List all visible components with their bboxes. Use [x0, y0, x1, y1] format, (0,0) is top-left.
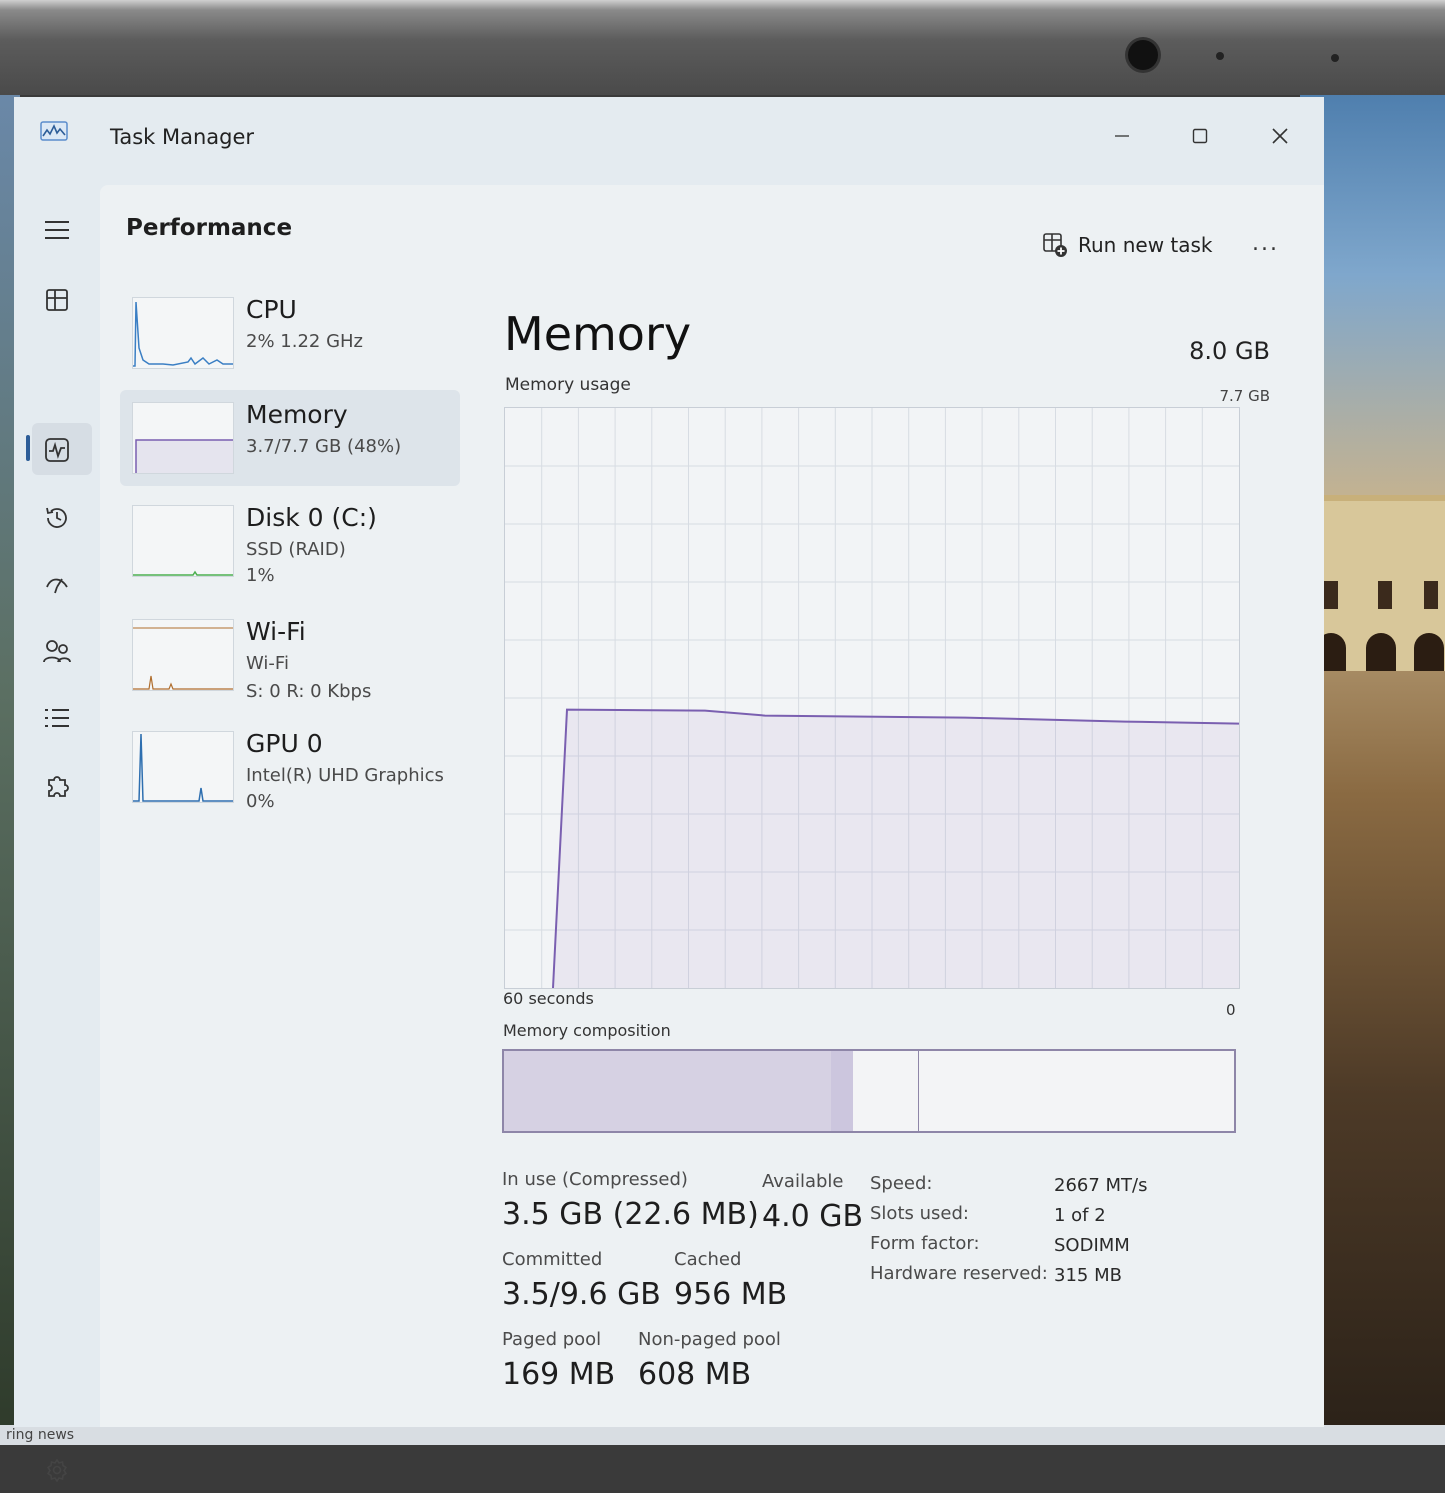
- device-stat: Intel(R) UHD Graphics: [246, 765, 444, 786]
- non-paged-pool-label: Non-paged pool: [638, 1329, 781, 1350]
- taskbar: ring news: [0, 1425, 1445, 1445]
- device-stat-2: 1%: [246, 565, 275, 586]
- nav-details[interactable]: [34, 695, 80, 741]
- minimize-icon: [1115, 135, 1129, 137]
- detail-title: Memory: [504, 307, 692, 361]
- slots-used-value: 1 of 2: [1054, 1205, 1106, 1226]
- form-factor-value: SODIMM: [1054, 1235, 1130, 1256]
- wifi-thumbnail-graph: [132, 619, 234, 691]
- camera-led: [1331, 54, 1339, 62]
- maximize-icon: [1192, 128, 1208, 144]
- device-stat: 2% 1.22 GHz: [246, 331, 364, 352]
- in-use-label: In use (Compressed): [502, 1169, 688, 1190]
- device-disk[interactable]: Disk 0 (C:) SSD (RAID) 1%: [120, 493, 460, 589]
- gpu-thumbnail-graph: [132, 731, 234, 803]
- nav-performance[interactable]: [34, 427, 80, 473]
- nav-settings[interactable]: [34, 1447, 80, 1493]
- speed-value: 2667 MT/s: [1054, 1175, 1148, 1196]
- device-memory[interactable]: Memory 3.7/7.7 GB (48%): [120, 390, 460, 486]
- performance-icon: [45, 438, 69, 462]
- form-factor-label: Form factor:: [870, 1233, 980, 1254]
- device-stat-2: 0%: [246, 791, 275, 812]
- composition-modified[interactable]: [831, 1051, 854, 1131]
- graph-x-start-label: 60 seconds: [503, 989, 594, 1008]
- usage-graph-label: Memory usage: [505, 375, 631, 395]
- device-stat-2: S: 0 R: 0 Kbps: [246, 681, 372, 702]
- menu-button[interactable]: [34, 207, 80, 253]
- available-value: 4.0 GB: [762, 1199, 864, 1234]
- cpu-thumbnail-graph: [132, 297, 234, 369]
- page-title: Performance: [126, 215, 293, 241]
- more-options-button[interactable]: ...: [1252, 231, 1279, 256]
- device-name: Wi-Fi: [246, 617, 306, 646]
- device-name: Disk 0 (C:): [246, 503, 377, 532]
- nav-users[interactable]: [34, 629, 80, 675]
- memory-total: 8.0 GB: [1189, 337, 1270, 365]
- performance-page: Performance Run new task ... CPU 2% 1.22…: [100, 185, 1324, 1427]
- device-name: Memory: [246, 400, 348, 429]
- users-icon: [43, 640, 71, 663]
- run-new-task-button[interactable]: Run new task: [1042, 227, 1213, 263]
- close-button[interactable]: [1250, 113, 1310, 159]
- run-new-task-label: Run new task: [1078, 233, 1213, 257]
- device-name: CPU: [246, 295, 297, 324]
- device-stat: 3.7/7.7 GB (48%): [246, 436, 402, 457]
- close-icon: [1272, 128, 1288, 144]
- memory-composition-bar[interactable]: [502, 1049, 1236, 1133]
- details-list-icon: [45, 709, 69, 727]
- processes-icon: [46, 289, 68, 311]
- non-paged-pool-value: 608 MB: [638, 1357, 752, 1392]
- paged-pool-label: Paged pool: [502, 1329, 602, 1350]
- slots-used-label: Slots used:: [870, 1203, 969, 1224]
- disk-thumbnail-graph: [132, 505, 234, 577]
- paged-pool-value: 169 MB: [502, 1357, 616, 1392]
- available-label: Available: [762, 1171, 844, 1192]
- hardware-reserved-value: 315 MB: [1054, 1265, 1122, 1286]
- gear-icon: [46, 1458, 68, 1482]
- navigation-rail: [14, 183, 100, 1482]
- device-gpu[interactable]: GPU 0 Intel(R) UHD Graphics 0%: [120, 719, 460, 815]
- speed-label: Speed:: [870, 1173, 933, 1194]
- camera-sensor: [1216, 52, 1224, 60]
- laptop-bezel: [0, 0, 1445, 95]
- device-name: GPU 0: [246, 729, 323, 758]
- minimize-button[interactable]: [1092, 113, 1152, 159]
- nav-processes[interactable]: [34, 277, 80, 323]
- cached-label: Cached: [674, 1249, 742, 1270]
- composition-standby[interactable]: [853, 1051, 919, 1131]
- hardware-reserved-label: Hardware reserved:: [870, 1263, 1048, 1284]
- memory-usage-area: [553, 709, 1239, 988]
- task-manager-icon: [40, 121, 68, 141]
- run-task-icon: [1043, 233, 1067, 257]
- startup-icon: [46, 578, 68, 594]
- maximize-button[interactable]: [1170, 113, 1230, 159]
- graph-x-end-label: 0: [1226, 1001, 1236, 1019]
- hamburger-icon: [45, 221, 69, 239]
- device-wifi[interactable]: Wi-Fi Wi-Fi S: 0 R: 0 Kbps: [120, 607, 460, 703]
- nav-selection-indicator: [26, 435, 30, 461]
- services-puzzle-icon: [48, 776, 69, 797]
- nav-startup-apps[interactable]: [34, 561, 80, 607]
- history-icon: [46, 507, 67, 528]
- cached-value: 956 MB: [674, 1277, 788, 1312]
- in-use-value: 3.5 GB (22.6 MB): [502, 1197, 759, 1232]
- nav-services[interactable]: [34, 763, 80, 809]
- device-cpu[interactable]: CPU 2% 1.22 GHz: [120, 285, 460, 381]
- memory-thumbnail-graph: [132, 402, 234, 474]
- committed-value: 3.5/9.6 GB: [502, 1277, 661, 1312]
- webcam: [1128, 40, 1158, 70]
- window-title: Task Manager: [110, 125, 255, 149]
- device-stat: SSD (RAID): [246, 539, 346, 560]
- usage-graph-max: 7.7 GB: [1219, 387, 1270, 405]
- device-stat: Wi-Fi: [246, 653, 289, 674]
- title-bar[interactable]: Task Manager: [14, 97, 1324, 183]
- composition-in-use[interactable]: [504, 1051, 832, 1131]
- memory-usage-graph: [504, 407, 1240, 989]
- nav-app-history[interactable]: [34, 495, 80, 541]
- committed-label: Committed: [502, 1249, 603, 1270]
- task-manager-window: Task Manager Performance Run new task ..…: [14, 97, 1324, 1482]
- composition-label: Memory composition: [503, 1021, 671, 1040]
- taskbar-news-label[interactable]: ring news: [6, 1427, 74, 1443]
